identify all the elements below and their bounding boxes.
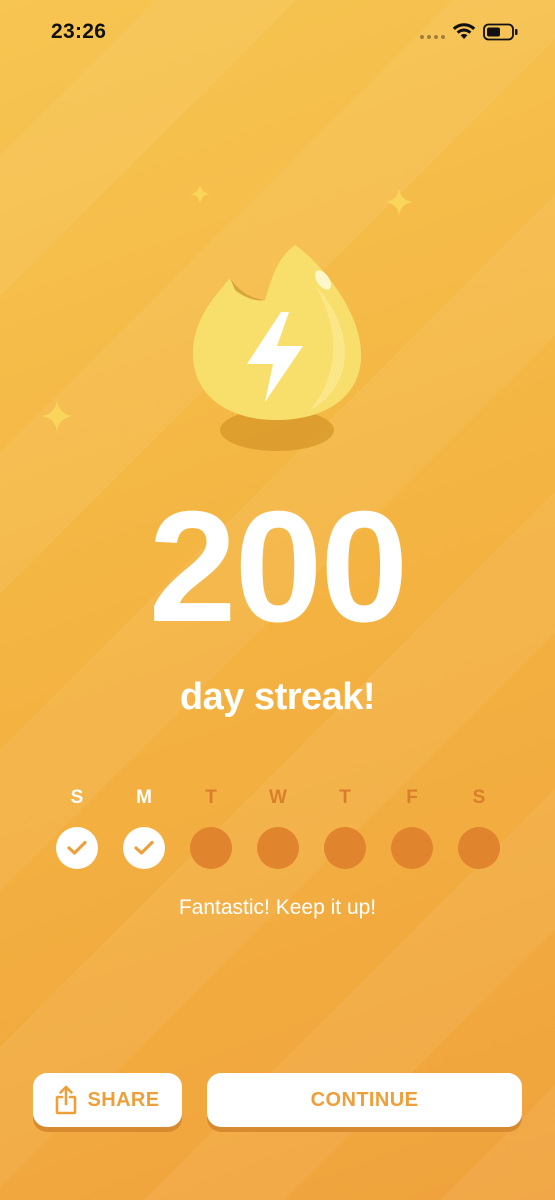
- day-letter: S: [70, 787, 84, 808]
- share-label: SHARE: [87, 1088, 160, 1111]
- share-button[interactable]: SHARE: [33, 1073, 182, 1127]
- day-friday: F: [391, 786, 433, 869]
- flame-lightning-icon: [185, 240, 370, 455]
- wifi-icon: [452, 23, 476, 39]
- day-saturday: S: [458, 786, 500, 869]
- day-pending-circle: [391, 827, 433, 869]
- encouragement-message: Fantastic! Keep it up!: [178, 896, 377, 919]
- day-sunday: S: [56, 786, 98, 869]
- day-letter: T: [205, 787, 217, 808]
- day-pending-circle: [458, 827, 500, 869]
- status-time: 23:26: [51, 20, 107, 43]
- sparkle-icon: [385, 188, 413, 216]
- day-pending-circle: [257, 827, 299, 869]
- day-complete-circle: [123, 827, 165, 869]
- day-wednesday: W: [257, 786, 299, 869]
- day-complete-circle: [56, 827, 98, 869]
- day-tuesday: T: [190, 786, 232, 869]
- check-icon: [67, 840, 87, 855]
- sparkle-icon: [41, 400, 73, 432]
- sparkle-icon: [190, 184, 210, 204]
- day-pending-circle: [324, 827, 366, 869]
- status-bar: 23:26: [0, 0, 555, 64]
- day-letter: F: [406, 787, 418, 808]
- day-letter: T: [339, 787, 351, 808]
- signal-icon: [420, 35, 445, 39]
- streak-label: day streak!: [179, 676, 376, 718]
- day-pending-circle: [190, 827, 232, 869]
- continue-button[interactable]: CONTINUE: [207, 1073, 522, 1127]
- day-letter: M: [136, 787, 152, 808]
- day-letter: W: [269, 787, 287, 808]
- streak-count: 200: [148, 479, 409, 655]
- day-thursday: T: [324, 786, 366, 869]
- share-icon: [55, 1085, 77, 1115]
- battery-icon: [483, 23, 518, 41]
- day-monday: M: [123, 786, 165, 869]
- check-icon: [134, 840, 154, 855]
- day-letter: S: [472, 787, 486, 808]
- streak-screen: 23:26 200 day streak! S M T W T F S Fant…: [0, 0, 555, 1200]
- week-progress: S M T W T F S: [56, 786, 500, 869]
- continue-label: CONTINUE: [310, 1088, 419, 1111]
